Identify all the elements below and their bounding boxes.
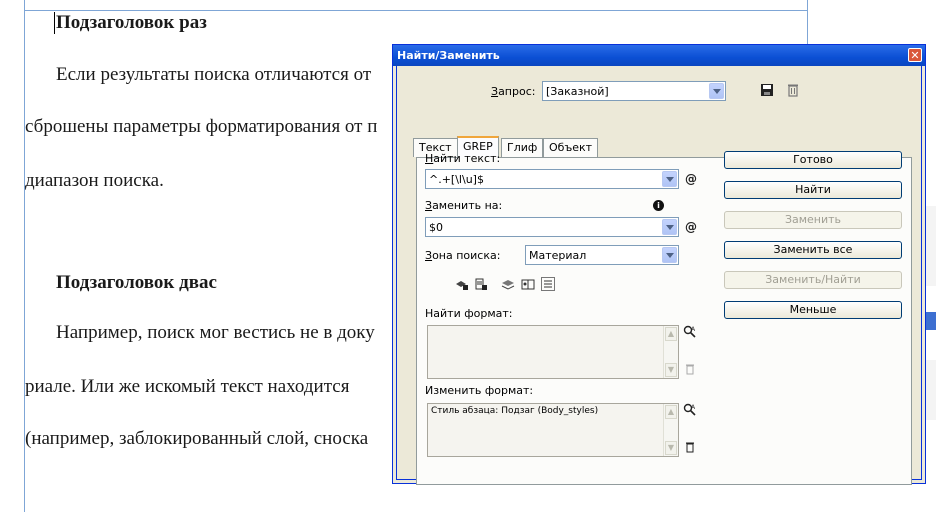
scroll-up-icon[interactable]: ▲ [665, 405, 677, 419]
dialog-title: Найти/Заменить [397, 49, 500, 62]
dialog-body: Запрос: [Заказной] Текст GREP Глиф Объек… [396, 66, 922, 485]
include-locked-stories-icon[interactable] [474, 277, 488, 291]
change-format-box[interactable]: Стиль абзаца: Подзаг (Body_styles) ▲ ▼ [427, 403, 679, 457]
query-select[interactable]: [Заказной] [542, 81, 726, 101]
find-text-label: Найти текст: [425, 152, 501, 165]
change-format-scrollbar[interactable]: ▲ ▼ [663, 404, 678, 456]
text-frame-top-edge [24, 10, 808, 11]
find-format-box[interactable]: ▲ ▼ [427, 325, 679, 379]
clear-find-format-icon[interactable] [683, 363, 697, 377]
info-icon[interactable]: i [653, 200, 664, 211]
chevron-down-icon[interactable] [662, 247, 677, 263]
doc-paragraph-line[interactable]: диапазон поиска. [25, 170, 164, 192]
doc-paragraph-line[interactable]: риале. Или же искомый текст находится [25, 376, 349, 398]
search-zone-value: Материал [529, 249, 587, 262]
find-text-input[interactable]: ^.+[\l\u]$ [425, 169, 679, 189]
tab-glyph[interactable]: Глиф [501, 138, 544, 157]
scroll-up-icon[interactable]: ▲ [665, 327, 677, 341]
chevron-down-icon[interactable] [709, 83, 724, 99]
find-replace-dialog: Найти/Заменить ✕ Запрос: [Заказной] Текс… [392, 44, 926, 485]
include-hidden-layers-icon[interactable] [501, 277, 515, 291]
tab-object[interactable]: Объект [543, 138, 599, 157]
change-format-label: Изменить формат: [425, 384, 534, 397]
fewer-options-button[interactable]: Меньше [724, 301, 902, 319]
query-value: [Заказной] [546, 85, 609, 98]
special-chars-icon[interactable]: @ [683, 218, 699, 236]
done-button[interactable]: Готово [724, 151, 902, 169]
clear-change-format-icon[interactable] [683, 441, 697, 455]
find-format-label: Найти формат: [425, 307, 513, 320]
specify-change-format-icon[interactable]: A [683, 403, 697, 417]
scroll-down-icon[interactable]: ▼ [665, 441, 677, 455]
chevron-down-icon[interactable] [662, 219, 677, 235]
replace-label: Заменить на: [425, 199, 503, 212]
special-chars-icon[interactable]: @ [683, 170, 699, 188]
close-button[interactable]: ✕ [908, 48, 922, 62]
find-format-scrollbar[interactable]: ▲ ▼ [663, 326, 678, 378]
doc-heading-1[interactable]: Подзаголовок раз [56, 12, 207, 34]
doc-paragraph-line[interactable]: Например, поиск мог вестись не в доку [56, 322, 375, 344]
replace-find-button[interactable]: Заменить/Найти [724, 271, 902, 289]
replace-all-button[interactable]: Заменить все [724, 241, 902, 259]
replace-input[interactable]: $0 [425, 217, 679, 237]
include-footnotes-icon[interactable] [541, 277, 555, 291]
delete-query-icon[interactable] [785, 83, 801, 99]
chevron-down-icon[interactable] [662, 171, 677, 187]
doc-paragraph-line[interactable]: Если результаты поиска отличаются от [56, 64, 371, 86]
specify-find-format-icon[interactable]: A [683, 325, 697, 339]
replace-value: $0 [429, 221, 443, 234]
find-text-value: ^.+[\l\u]$ [429, 173, 484, 186]
text-cursor [54, 12, 55, 34]
include-master-pages-icon[interactable] [521, 277, 535, 291]
svg-text:A: A [691, 404, 696, 411]
replace-button[interactable]: Заменить [724, 211, 902, 229]
save-query-icon[interactable] [759, 83, 775, 99]
doc-heading-2[interactable]: Подзаголовок двас [56, 272, 217, 294]
svg-text:A: A [691, 326, 696, 333]
doc-paragraph-line[interactable]: сброшены параметры форматирования от п [25, 116, 377, 138]
include-locked-layers-icon[interactable] [455, 277, 469, 291]
search-zone-label: Зона поиска: [425, 249, 501, 262]
search-zone-select[interactable]: Материал [525, 245, 679, 265]
query-label: Запрос: [491, 85, 536, 98]
dialog-titlebar[interactable]: Найти/Заменить ✕ [393, 45, 925, 66]
doc-paragraph-line[interactable]: (например, заблокированный слой, сноска [25, 428, 368, 450]
scroll-down-icon[interactable]: ▼ [665, 363, 677, 377]
change-format-value: Стиль абзаца: Подзаг (Body_styles) [431, 406, 599, 416]
find-button[interactable]: Найти [724, 181, 902, 199]
